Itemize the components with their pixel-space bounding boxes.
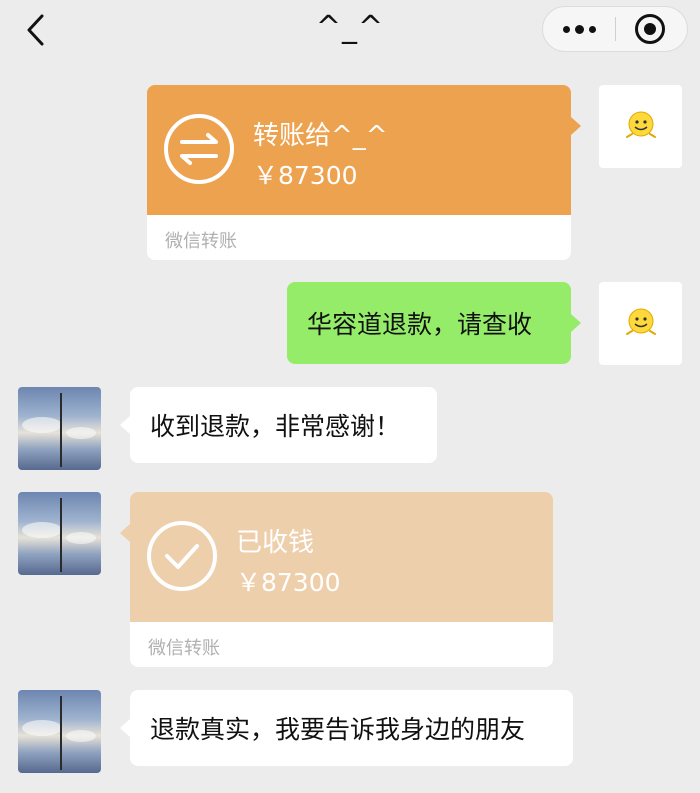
capsule-divider	[615, 17, 616, 41]
bubble-tail	[571, 117, 581, 135]
transfer-card-footer: 微信转账	[147, 215, 571, 260]
cloud-shape	[22, 720, 62, 736]
cloud-shape	[22, 522, 62, 538]
transfer-title: 已收钱	[236, 528, 315, 558]
message-text: 退款真实，我要告诉我身边的朋友	[150, 715, 526, 744]
transfer-card-received[interactable]: 已收钱 ￥87300 微信转账	[120, 492, 553, 667]
transfer-arrows-icon	[164, 114, 234, 184]
checkmark-icon	[147, 521, 217, 591]
transfer-amount: ￥87300	[236, 568, 341, 597]
pole-shape	[60, 498, 62, 572]
nav-bar: ^_^	[0, 0, 700, 62]
cloud-shape	[66, 532, 96, 544]
transfer-card-sent[interactable]: 转账给^_^ ￥87300 微信转账	[147, 85, 581, 260]
transfer-amount: ￥87300	[253, 161, 358, 190]
message-text: 收到退款，非常感谢！	[150, 412, 401, 441]
transfer-title: 转账给^_^	[253, 121, 388, 151]
more-dot-icon	[563, 26, 570, 33]
transfer-footer-label: 微信转账	[148, 638, 220, 659]
avatar-friend[interactable]	[18, 387, 101, 470]
cloud-shape	[66, 427, 96, 439]
message-text: 华容道退款，请查收	[307, 310, 533, 339]
transfer-card-footer: 微信转账	[130, 622, 553, 667]
more-dot-icon	[589, 26, 596, 33]
more-button[interactable]	[543, 7, 615, 51]
cloud-shape	[66, 730, 96, 742]
bubble-tail	[571, 314, 581, 332]
avatar-self[interactable]	[599, 85, 682, 168]
avatar-friend[interactable]	[18, 492, 101, 575]
message-bubble-sent[interactable]: 华容道退款，请查收	[287, 282, 581, 364]
cloud-shape	[22, 417, 62, 433]
message-bubble-received[interactable]: 退款真实，我要告诉我身边的朋友	[120, 690, 573, 766]
avatar-friend[interactable]	[18, 690, 101, 773]
mini-program-capsule	[542, 6, 688, 52]
bubble-tail	[120, 719, 130, 737]
avatar-self[interactable]	[599, 282, 682, 365]
transfer-footer-label: 微信转账	[165, 231, 237, 252]
transfer-card-body: 转账给^_^ ￥87300	[147, 85, 571, 215]
more-dot-icon	[575, 25, 584, 34]
smiley-emoji-icon	[625, 111, 656, 138]
message-bubble-received[interactable]: 收到退款，非常感谢！	[120, 387, 437, 463]
close-mini-program-button[interactable]	[635, 14, 665, 44]
bubble-tail	[120, 524, 130, 542]
pole-shape	[60, 696, 62, 770]
transfer-card-body: 已收钱 ￥87300	[130, 492, 553, 622]
pole-shape	[60, 393, 62, 467]
bubble-tail	[120, 416, 130, 434]
smiley-emoji-icon	[625, 308, 656, 335]
